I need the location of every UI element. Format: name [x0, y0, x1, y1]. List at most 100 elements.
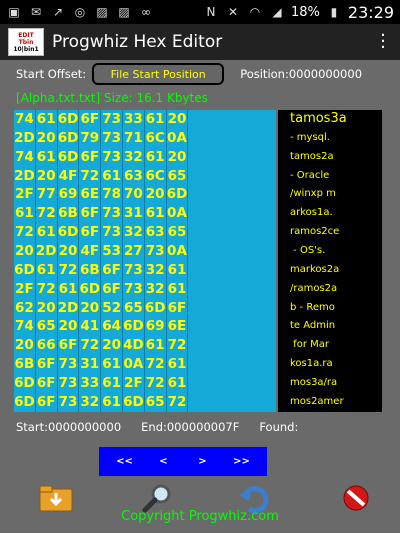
hex-cell[interactable]: 6F	[79, 223, 102, 243]
ascii-row[interactable]: markos2a	[278, 261, 382, 280]
ascii-row[interactable]: te Admin	[278, 317, 382, 336]
hex-cell[interactable]: 6B	[14, 355, 36, 375]
next-page-button[interactable]: >	[188, 456, 218, 467]
hex-cell[interactable]: 72	[79, 166, 102, 186]
hex-cell[interactable]: 61	[58, 279, 80, 299]
ascii-row[interactable]: for Mar	[278, 336, 382, 355]
ascii-row[interactable]: - OS's.	[278, 242, 382, 261]
hex-cell[interactable]: 62	[14, 298, 36, 318]
hex-cell[interactable]: 6F	[58, 336, 80, 356]
hex-cell[interactable]: 61	[36, 260, 58, 280]
hex-cell[interactable]: 72	[167, 392, 189, 412]
ascii-row[interactable]: mos2amer	[278, 393, 382, 412]
hex-cell[interactable]: 32	[145, 279, 167, 299]
hex-cell[interactable]: 61	[101, 355, 123, 375]
hex-cell[interactable]: 6D	[167, 185, 189, 205]
hex-cell[interactable]: 6D	[123, 317, 145, 337]
hex-cell[interactable]: 65	[36, 317, 58, 337]
hex-cell[interactable]: 6D	[14, 392, 36, 412]
hex-cell[interactable]: 2D	[36, 242, 58, 261]
ascii-row[interactable]: b - Remo	[278, 299, 382, 318]
ascii-row[interactable]: ramos2ce	[278, 223, 382, 242]
ascii-row[interactable]: - Oracle	[278, 167, 382, 186]
hex-cell[interactable]: 72	[145, 355, 167, 375]
hex-cell[interactable]: 61	[145, 110, 167, 129]
hex-cell[interactable]: 2F	[14, 279, 36, 299]
overflow-menu-icon[interactable]: · · ·	[374, 27, 392, 57]
hex-cell[interactable]: 73	[101, 223, 123, 243]
hex-cell[interactable]: 2D	[14, 166, 36, 186]
hex-cell[interactable]: 73	[58, 392, 80, 412]
hex-cell[interactable]: 73	[58, 355, 80, 375]
hex-cell[interactable]: 32	[79, 392, 102, 412]
hex-cell[interactable]: 27	[123, 242, 145, 261]
hex-cell[interactable]: 6F	[36, 374, 58, 393]
prev-page-button[interactable]: <	[149, 456, 179, 467]
hex-cell[interactable]: 6D	[58, 110, 80, 129]
hex-cell[interactable]: 73	[101, 110, 123, 129]
hex-cell[interactable]: 2D	[14, 128, 36, 148]
hex-cell[interactable]: 4F	[79, 242, 102, 261]
hex-cell[interactable]: 6F	[79, 204, 102, 224]
hex-cell[interactable]: 41	[79, 317, 102, 337]
hex-cell[interactable]: 73	[123, 260, 145, 280]
hex-cell[interactable]: 0A	[167, 204, 189, 224]
hex-cell[interactable]: 6D	[58, 128, 80, 148]
hex-cell[interactable]: 73	[58, 374, 80, 393]
ascii-row[interactable]: tamos2a	[278, 148, 382, 167]
hex-cell[interactable]: 20	[101, 336, 123, 356]
hex-cell[interactable]: 2F	[123, 374, 145, 393]
hex-cell[interactable]: 61	[167, 279, 189, 299]
hex-cell[interactable]: 61	[145, 204, 167, 224]
ascii-row[interactable]: tamos3a	[278, 110, 382, 129]
hex-cell[interactable]: 61	[101, 166, 123, 186]
hex-cell[interactable]: 20	[36, 298, 58, 318]
hex-cell[interactable]: 72	[79, 336, 102, 356]
hex-cell[interactable]: 6F	[167, 298, 189, 318]
hex-cell[interactable]: 53	[101, 242, 123, 261]
hex-cell[interactable]: 33	[79, 374, 102, 393]
hex-cell[interactable]: 20	[14, 242, 36, 261]
hex-cell[interactable]: 73	[145, 242, 167, 261]
hex-cell[interactable]: 65	[167, 223, 189, 243]
hex-cell[interactable]: 6D	[123, 392, 145, 412]
ascii-row[interactable]: /ramos2a	[278, 280, 382, 299]
hex-cell[interactable]: 6F	[79, 110, 102, 129]
hex-cell[interactable]: 0A	[167, 128, 189, 148]
hex-cell[interactable]: 6F	[101, 279, 123, 299]
hex-cell[interactable]: 0A	[123, 355, 145, 375]
hex-cell[interactable]: 70	[123, 185, 145, 205]
hex-cell[interactable]: 61	[36, 147, 58, 167]
hex-cell[interactable]: 61	[101, 392, 123, 412]
hex-cell[interactable]: 31	[79, 355, 102, 375]
hex-cell[interactable]: 20	[14, 336, 36, 356]
hex-cell[interactable]: 31	[123, 204, 145, 224]
hex-cell[interactable]: 6F	[36, 355, 58, 375]
hex-cell[interactable]: 63	[123, 166, 145, 186]
hex-cell[interactable]: 74	[14, 317, 36, 337]
first-page-button[interactable]: <<	[110, 456, 140, 467]
hex-cell[interactable]: 69	[145, 317, 167, 337]
hex-cell[interactable]: 6B	[79, 260, 102, 280]
hex-cell[interactable]: 2F	[14, 185, 36, 205]
hex-cell[interactable]: 61	[14, 204, 36, 224]
hex-cell[interactable]: 6D	[14, 260, 36, 280]
hex-cell[interactable]: 66	[36, 336, 58, 356]
hex-cell[interactable]: 73	[101, 204, 123, 224]
hex-cell[interactable]: 72	[36, 279, 58, 299]
hex-cell[interactable]: 61	[101, 374, 123, 393]
ascii-view[interactable]: tamos3a - mysql. tamos2a - Oracle/winxp m ar…	[278, 110, 382, 412]
hex-cell[interactable]: 69	[58, 185, 80, 205]
hex-cell[interactable]: 61	[145, 336, 167, 356]
hex-cell[interactable]: 6D	[145, 298, 167, 318]
hex-cell[interactable]: 32	[123, 147, 145, 167]
hex-cell[interactable]: 4F	[58, 166, 80, 186]
hex-cell[interactable]: 64	[101, 317, 123, 337]
hex-cell[interactable]: 77	[36, 185, 58, 205]
hex-cell[interactable]: 79	[79, 128, 102, 148]
hex-cell[interactable]: 78	[101, 185, 123, 205]
hex-cell[interactable]: 61	[167, 260, 189, 280]
hex-cell[interactable]: 6D	[14, 374, 36, 393]
hex-cell[interactable]: 6C	[145, 166, 167, 186]
hex-cell[interactable]: 6D	[58, 147, 80, 167]
